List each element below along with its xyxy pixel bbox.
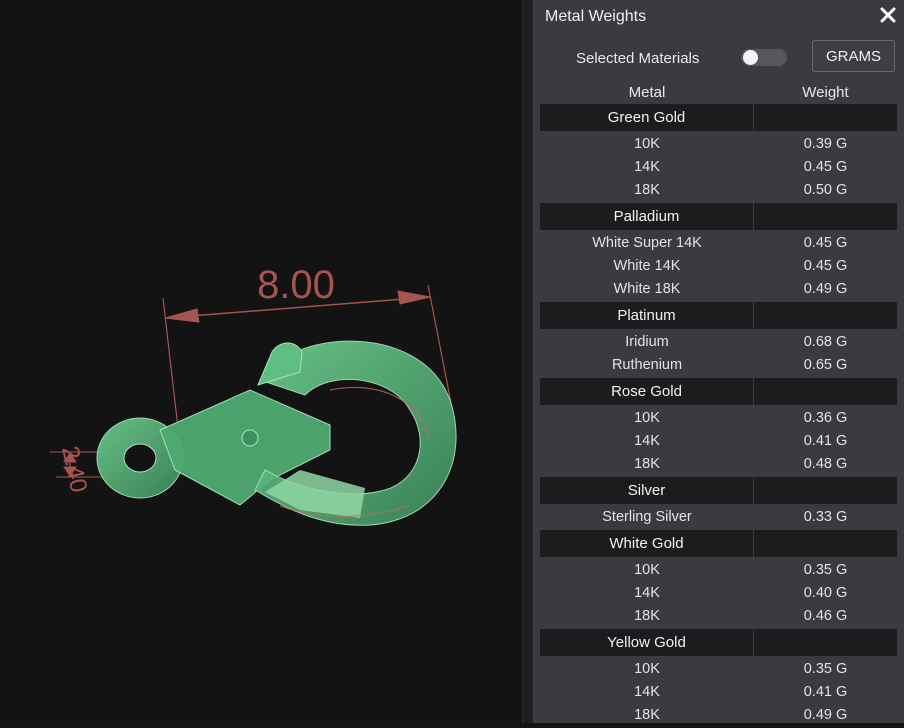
metal-group-name: White Gold <box>540 530 753 557</box>
alloy-weight: 0.49 G <box>803 706 848 723</box>
table-row: 14K 0.40 G <box>540 581 897 604</box>
alloy-name: 18K <box>634 181 660 198</box>
alloy-name: 10K <box>634 409 660 426</box>
close-icon <box>880 7 896 23</box>
table-row: 10K 0.36 G <box>540 406 897 429</box>
table-row: White 18K 0.49 G <box>540 277 897 300</box>
alloy-name: 10K <box>634 561 660 578</box>
table-row: White 14K 0.45 G <box>540 254 897 277</box>
metal-group-name: Rose Gold <box>540 378 753 405</box>
3d-viewport[interactable]: 8.00 2.40 <box>0 0 522 723</box>
alloy-weight: 0.45 G <box>803 234 848 251</box>
metal-group-name: Yellow Gold <box>540 629 753 656</box>
alloy-weight: 0.45 G <box>803 158 848 175</box>
alloy-name: 10K <box>634 660 660 677</box>
metal-group-row: Platinum <box>540 302 897 329</box>
alloy-name: 14K <box>634 432 660 449</box>
alloy-name: Ruthenium <box>611 356 683 373</box>
alloy-weight: 0.41 G <box>803 683 848 700</box>
metal-group-row: Silver <box>540 477 897 504</box>
metal-group-name: Platinum <box>540 302 753 329</box>
alloy-name: White Super 14K <box>592 234 702 251</box>
metal-group-weight-cell <box>754 378 897 405</box>
metal-group-weight-cell <box>754 104 897 131</box>
alloy-name: 14K <box>634 584 660 601</box>
table-row: Iridium 0.68 G <box>540 330 897 353</box>
table-row: 10K 0.35 G <box>540 558 897 581</box>
alloy-weight: 0.50 G <box>803 181 848 198</box>
alloy-weight: 0.40 G <box>803 584 848 601</box>
metal-group-row: White Gold <box>540 530 897 557</box>
dimension-width-label: 8.00 <box>257 263 335 307</box>
clasp-model <box>96 340 457 526</box>
metal-group-row: Yellow Gold <box>540 629 897 656</box>
metal-weights-panel: Metal Weights Selected Materials GRAMS M… <box>533 0 904 723</box>
table-header: Metal Weight <box>540 80 897 104</box>
metal-group-name: Palladium <box>540 203 753 230</box>
table-row: 18K 0.50 G <box>540 178 897 201</box>
metal-group-weight-cell <box>754 530 897 557</box>
table-body: Green Gold 10K 0.39 G 14K 0.45 G 18K 0.50 G Pal… <box>540 104 897 728</box>
metal-group-row: Palladium <box>540 203 897 230</box>
table-row: 14K 0.41 G <box>540 429 897 452</box>
metal-weights-table: Metal Weight Green Gold 10K 0.39 G 14K 0.45 … <box>540 80 897 728</box>
clasp-model-render: 8.00 2.40 <box>50 263 457 526</box>
metal-group-weight-cell <box>754 629 897 656</box>
alloy-weight: 0.35 G <box>803 660 848 677</box>
metal-group-weight-cell <box>754 477 897 504</box>
alloy-weight: 0.49 G <box>803 280 848 297</box>
alloy-name: 18K <box>634 607 660 624</box>
table-row: 14K 0.41 G <box>540 680 897 703</box>
column-header-metal: Metal <box>628 83 666 101</box>
panel-splitter[interactable] <box>522 0 533 723</box>
alloy-weight: 0.41 G <box>803 432 848 449</box>
toggle-knob <box>743 50 758 65</box>
table-row: Sterling Silver 0.33 G <box>540 505 897 528</box>
alloy-name: White 14K <box>613 257 681 274</box>
metal-group-row: Rose Gold <box>540 378 897 405</box>
dimension-height-label: 2.40 <box>56 444 92 495</box>
table-row: Ruthenium 0.65 G <box>540 353 897 376</box>
alloy-name: 10K <box>634 135 660 152</box>
table-row: 18K 0.48 G <box>540 452 897 475</box>
alloy-name: Iridium <box>625 333 669 350</box>
alloy-weight: 0.36 G <box>803 409 848 426</box>
metal-group-weight-cell <box>754 302 897 329</box>
metal-group-row: Green Gold <box>540 104 897 131</box>
alloy-weight: 0.68 G <box>803 333 848 350</box>
alloy-weight: 0.35 G <box>803 561 848 578</box>
alloy-name: 14K <box>634 158 660 175</box>
alloy-weight: 0.33 G <box>803 508 848 525</box>
alloy-weight: 0.45 G <box>803 257 848 274</box>
table-row: 10K 0.39 G <box>540 132 897 155</box>
table-row: 14K 0.45 G <box>540 155 897 178</box>
alloy-name: 18K <box>634 706 660 723</box>
table-row: White Super 14K 0.45 G <box>540 231 897 254</box>
alloy-weight: 0.65 G <box>803 356 848 373</box>
alloy-name: Sterling Silver <box>602 508 692 525</box>
metal-group-weight-cell <box>754 203 897 230</box>
selected-materials-toggle[interactable] <box>741 49 787 66</box>
alloy-weight: 0.46 G <box>803 607 848 624</box>
metal-group-name: Silver <box>540 477 753 504</box>
table-row: 10K 0.35 G <box>540 657 897 680</box>
table-row: 18K 0.46 G <box>540 604 897 627</box>
alloy-name: 14K <box>634 683 660 700</box>
alloy-name: 18K <box>634 455 660 472</box>
panel-title: Metal Weights <box>545 8 647 25</box>
alloy-name: White 18K <box>613 280 681 297</box>
selected-materials-label: Selected Materials <box>576 50 700 67</box>
units-button[interactable]: GRAMS <box>812 40 895 72</box>
column-header-weight: Weight <box>802 83 849 101</box>
alloy-weight: 0.39 G <box>803 135 848 152</box>
metal-group-name: Green Gold <box>540 104 753 131</box>
alloy-weight: 0.48 G <box>803 455 848 472</box>
close-button[interactable] <box>877 4 899 26</box>
